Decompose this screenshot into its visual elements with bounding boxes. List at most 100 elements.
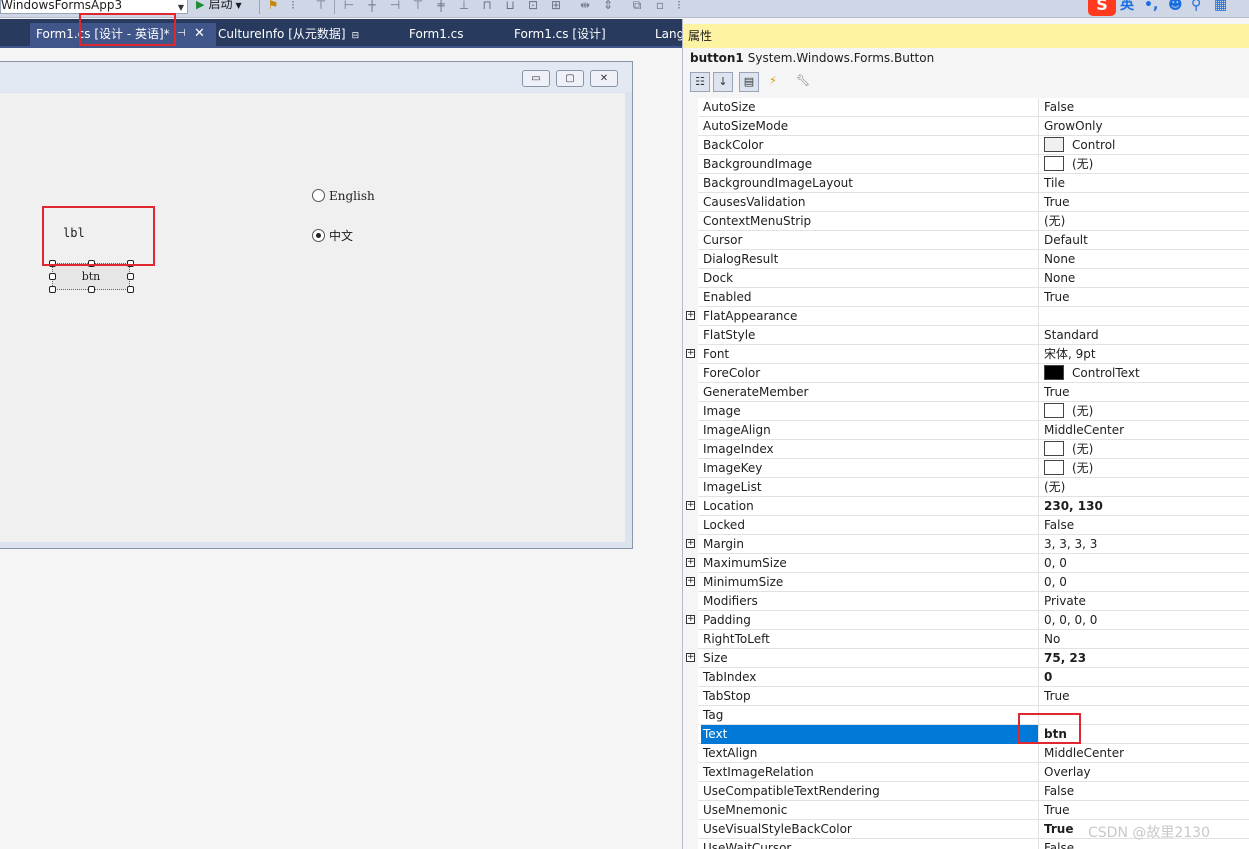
property-row[interactable]: Enabled True (683, 288, 1249, 307)
properties-icon[interactable]: ▤ (739, 72, 759, 92)
property-row[interactable]: ForeColor ControlText (683, 364, 1249, 383)
resize-handle[interactable] (49, 273, 56, 280)
expand-icon[interactable]: + (686, 615, 695, 624)
property-name[interactable]: Margin (701, 535, 1039, 554)
property-value[interactable]: False (1040, 98, 1249, 117)
property-row[interactable]: RightToLeft No (683, 630, 1249, 649)
overflow-icon[interactable]: ⁝ (672, 0, 686, 12)
property-value[interactable]: 230, 130 (1040, 497, 1249, 516)
property-name[interactable]: AutoSizeMode (701, 117, 1039, 136)
property-value[interactable]: (无) (1040, 402, 1249, 421)
property-name[interactable]: BackColor (701, 136, 1039, 155)
property-row[interactable]: Locked False (683, 516, 1249, 535)
property-name[interactable]: Tag (701, 706, 1039, 725)
tab-cultureinfo[interactable]: CultureInfo [从元数据] ⊟ (218, 23, 359, 46)
close-icon[interactable]: ✕ (194, 23, 205, 45)
property-value[interactable]: True (1040, 193, 1249, 212)
property-row[interactable]: + Size 75, 23 (683, 649, 1249, 668)
property-name[interactable]: MaximumSize (701, 554, 1039, 573)
tab-form1-code[interactable]: Form1.cs (409, 23, 464, 46)
property-name[interactable]: AutoSize (701, 98, 1039, 117)
align-left-icon[interactable]: ⊢ (342, 0, 356, 12)
events-icon[interactable]: ⚡ (763, 72, 783, 92)
property-name[interactable]: BackgroundImage (701, 155, 1039, 174)
expand-icon[interactable]: + (686, 539, 695, 548)
property-value[interactable]: ControlText (1040, 364, 1249, 383)
align-center-icon[interactable]: ┼ (365, 0, 379, 12)
property-row[interactable]: CausesValidation True (683, 193, 1249, 212)
expand-icon[interactable]: + (686, 311, 695, 320)
grid-icon[interactable]: ⊞ (549, 0, 563, 12)
expand-icon[interactable]: + (686, 653, 695, 662)
radio-english[interactable]: English (312, 189, 375, 203)
property-name[interactable]: Image (701, 402, 1039, 421)
overflow-icon[interactable]: ⁝ (286, 0, 300, 12)
property-row[interactable]: ImageList (无) (683, 478, 1249, 497)
property-value[interactable]: 3, 3, 3, 3 (1040, 535, 1249, 554)
property-value[interactable]: Overlay (1040, 763, 1249, 782)
property-name[interactable]: TextAlign (701, 744, 1039, 763)
property-name[interactable]: ContextMenuStrip (701, 212, 1039, 231)
align-top-edge-icon[interactable]: ⊤ (411, 0, 425, 12)
property-value[interactable]: False (1040, 782, 1249, 801)
browser-link-icon[interactable]: ⚑ (266, 0, 280, 12)
resize-handle[interactable] (49, 286, 56, 293)
property-row[interactable]: ImageIndex (无) (683, 440, 1249, 459)
property-name[interactable]: ImageKey (701, 459, 1039, 478)
expand-icon[interactable]: + (686, 501, 695, 510)
property-name[interactable]: Dock (701, 269, 1039, 288)
ime-language[interactable]: 英 (1120, 0, 1134, 15)
property-row[interactable]: Tag (683, 706, 1249, 725)
property-value[interactable]: GrowOnly (1040, 117, 1249, 136)
vspace-icon[interactable]: ⇕ (601, 0, 615, 12)
property-value[interactable]: 0 (1040, 668, 1249, 687)
property-name[interactable]: Locked (701, 516, 1039, 535)
startup-project-combo[interactable]: WindowsFormsApp3 ▼ (0, 0, 188, 14)
property-name[interactable]: RightToLeft (701, 630, 1039, 649)
property-row[interactable]: FlatStyle Standard (683, 326, 1249, 345)
same-height-icon[interactable]: ⊔ (503, 0, 517, 12)
property-value[interactable]: MiddleCenter (1040, 744, 1249, 763)
property-name[interactable]: Modifiers (701, 592, 1039, 611)
property-value[interactable]: True (1040, 383, 1249, 402)
property-row[interactable]: + Font 宋体, 9pt (683, 345, 1249, 364)
same-size-icon[interactable]: ⊡ (526, 0, 540, 12)
property-row[interactable]: UseMnemonic True (683, 801, 1249, 820)
property-row[interactable]: Text btn (683, 725, 1249, 744)
property-row[interactable]: + Margin 3, 3, 3, 3 (683, 535, 1249, 554)
microphone-icon[interactable]: ⚲ (1191, 0, 1201, 15)
property-value[interactable]: 75, 23 (1040, 649, 1249, 668)
align-top-icon[interactable]: ⊤ (314, 0, 328, 12)
send-back-icon[interactable]: ▫ (653, 0, 667, 12)
property-row[interactable]: BackgroundImageLayout Tile (683, 174, 1249, 193)
property-row[interactable]: ImageAlign MiddleCenter (683, 421, 1249, 440)
property-row[interactable]: TabIndex 0 (683, 668, 1249, 687)
sogou-logo-icon[interactable]: S (1088, 0, 1116, 16)
property-name[interactable]: GenerateMember (701, 383, 1039, 402)
property-value[interactable]: (无) (1040, 440, 1249, 459)
property-name[interactable]: UseWaitCursor (701, 839, 1039, 849)
property-row[interactable]: + Location 230, 130 (683, 497, 1249, 516)
property-value[interactable]: 0, 0, 0, 0 (1040, 611, 1249, 630)
form-designer[interactable]: ▭ ▢ ✕ English 中文 lbl btn (0, 48, 682, 849)
hspace-icon[interactable]: ⇹ (578, 0, 592, 12)
property-value[interactable]: None (1040, 269, 1249, 288)
categorized-icon[interactable]: ☷ (690, 72, 710, 92)
property-value[interactable]: MiddleCenter (1040, 421, 1249, 440)
align-bottom-icon[interactable]: ⊥ (457, 0, 471, 12)
align-middle-icon[interactable]: ╪ (434, 0, 448, 12)
property-name[interactable]: Enabled (701, 288, 1039, 307)
property-value[interactable]: (无) (1040, 459, 1249, 478)
property-value[interactable]: (无) (1040, 212, 1249, 231)
bring-front-icon[interactable]: ⧉ (630, 0, 644, 12)
property-pages-icon[interactable]: 🔧︎ (793, 72, 813, 92)
property-name[interactable]: TextImageRelation (701, 763, 1039, 782)
property-name[interactable]: CausesValidation (701, 193, 1039, 212)
property-name[interactable]: MinimumSize (701, 573, 1039, 592)
property-name[interactable]: Cursor (701, 231, 1039, 250)
property-name[interactable]: Size (701, 649, 1039, 668)
property-value[interactable]: Standard (1040, 326, 1249, 345)
property-name[interactable]: TabIndex (701, 668, 1039, 687)
ime-punctuation[interactable]: •, (1144, 0, 1158, 15)
property-value[interactable]: True (1040, 288, 1249, 307)
